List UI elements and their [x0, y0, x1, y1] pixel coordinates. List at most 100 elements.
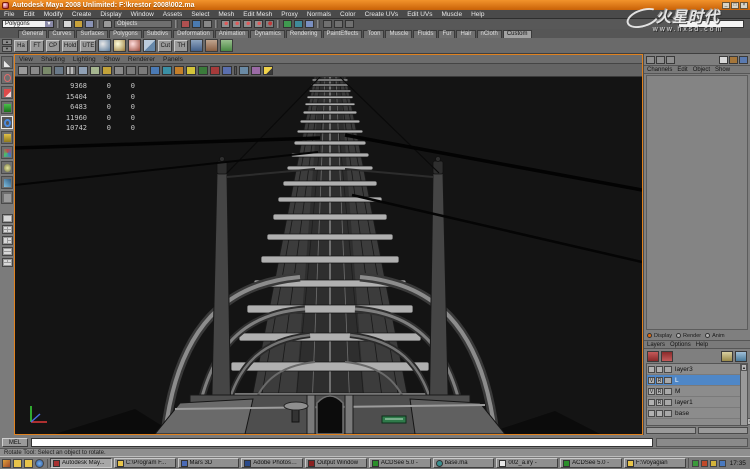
safe-title-icon[interactable] [138, 66, 148, 75]
channels-menu[interactable]: Channels [647, 67, 672, 73]
tray-icon[interactable] [710, 460, 717, 467]
mask-points-icon[interactable] [221, 20, 230, 28]
mel-command-input[interactable] [31, 438, 653, 447]
edit-menu[interactable]: Edit [677, 67, 687, 73]
menu-muscle[interactable]: Muscle [441, 11, 462, 18]
show-tool-settings-icon[interactable] [656, 56, 665, 64]
layer-visibility-toggle[interactable] [648, 399, 655, 406]
shelf-button-ha[interactable]: Ha [14, 40, 28, 52]
move-tool[interactable] [1, 101, 13, 114]
options-menu[interactable]: Options [670, 342, 691, 348]
show-attribute-editor-icon[interactable] [646, 56, 655, 64]
menu-color[interactable]: Color [340, 11, 356, 18]
shelf-tab-toon[interactable]: Toon [363, 30, 384, 38]
status-divider[interactable] [57, 20, 60, 28]
soft-mod-tool[interactable] [1, 161, 13, 174]
taskbar-task-voyagian[interactable]: F:\Voyagian [624, 458, 686, 468]
panel-menu-panels[interactable]: Panels [163, 56, 183, 63]
layer-type-toggle[interactable]: R [656, 399, 663, 406]
wireframe-icon[interactable] [150, 66, 160, 75]
menu-help[interactable]: Help [471, 11, 484, 18]
menu-display[interactable]: Display [100, 11, 121, 18]
shelf-sphere-icon[interactable] [113, 39, 126, 52]
select-hierarchy-icon[interactable] [181, 20, 190, 28]
render-settings-icon[interactable] [345, 20, 354, 28]
shelf-button-ute[interactable]: UTE [80, 40, 96, 52]
menu-file[interactable]: File [4, 11, 14, 18]
camera-attributes-icon[interactable] [18, 66, 28, 75]
snap-grid-icon[interactable] [283, 20, 292, 28]
lightning-icon[interactable] [263, 66, 273, 75]
layer-color-swatch[interactable] [664, 377, 672, 384]
textured-icon[interactable] [174, 66, 184, 75]
shelf-tab-general[interactable]: General [18, 30, 47, 38]
taskbar-task-acdsee-1[interactable]: ACDSee 5.0 - [369, 458, 431, 468]
status-divider[interactable] [317, 20, 320, 28]
new-scene-icon[interactable] [63, 20, 72, 28]
channel-box-empty-area[interactable] [646, 75, 748, 330]
hyperbolic-mode-icon[interactable] [739, 56, 748, 64]
tray-icon[interactable] [701, 460, 708, 467]
snap-curve-icon[interactable] [294, 20, 303, 28]
show-menu[interactable]: Show [715, 67, 730, 73]
shelf-tab-muscle[interactable]: Muscle [385, 30, 412, 38]
status-divider[interactable] [175, 20, 178, 28]
select-tool[interactable] [1, 56, 13, 69]
layer-type-toggle[interactable] [656, 410, 663, 417]
layout-persp-outliner-button[interactable] [2, 236, 13, 245]
internet-explorer-icon[interactable] [35, 459, 44, 468]
close-button[interactable]: × [740, 2, 748, 9]
layer-row-m[interactable]: V R M [647, 386, 740, 397]
show-channel-box-icon[interactable] [666, 56, 675, 64]
manipulator-mode-icon[interactable] [719, 56, 728, 64]
image-plane-icon[interactable] [42, 66, 52, 75]
menu-mesh[interactable]: Mesh [218, 11, 234, 18]
shelf-tool-icon[interactable] [205, 39, 218, 52]
command-result-field[interactable] [656, 438, 748, 447]
bookmark-icon[interactable] [30, 66, 40, 75]
layer-mode-display[interactable]: Display [647, 333, 672, 339]
layer-row-layer3[interactable]: layer3 [647, 364, 740, 375]
status-divider[interactable] [97, 20, 100, 28]
taskbar-task-002a[interactable]: 002_a.iry - [496, 458, 558, 468]
shelf-tab-hair[interactable]: Hair [456, 30, 475, 38]
film-gate-icon[interactable] [78, 66, 88, 75]
shelf-sphere-icon[interactable] [128, 39, 141, 52]
mask-rendering-icon[interactable] [265, 20, 274, 28]
menu-select[interactable]: Select [191, 11, 209, 18]
layer-type-toggle[interactable]: R [656, 377, 663, 384]
lasso-tool[interactable] [1, 71, 13, 84]
mask-dynamics-icon[interactable] [254, 20, 263, 28]
footer-button-right[interactable] [698, 427, 748, 434]
scale-tool[interactable] [1, 131, 13, 144]
quick-launch-app-icon[interactable] [2, 459, 11, 468]
menu-edit[interactable]: Edit [23, 11, 34, 18]
layer-list-scrollbar[interactable]: ▲ ▼ [740, 364, 747, 425]
move-layer-up-icon[interactable] [647, 351, 659, 362]
layer-row-base[interactable]: base [647, 408, 740, 419]
shelf-button-ft[interactable]: FT [30, 40, 44, 52]
universal-manipulator-tool[interactable] [1, 146, 13, 159]
shelf-tool-icon[interactable] [190, 39, 203, 52]
layer-visibility-toggle[interactable]: V [648, 388, 655, 395]
shelf-tab-ncloth[interactable]: nCloth [477, 30, 502, 38]
layer-mode-render[interactable]: Render [676, 333, 701, 339]
multilister-icon[interactable] [251, 66, 261, 75]
save-scene-icon[interactable] [85, 20, 94, 28]
layer-help-menu[interactable]: Help [696, 342, 708, 348]
layer-color-swatch[interactable] [664, 366, 672, 373]
shelf-cube-icon[interactable] [143, 39, 156, 52]
title-bar[interactable]: Autodesk Maya 2008 Unlimited: F:\krestor… [0, 0, 750, 10]
tray-icon[interactable] [719, 460, 726, 467]
shadows-icon[interactable] [198, 66, 208, 75]
shelf-tab-surfaces[interactable]: Surfaces [76, 30, 108, 38]
shelf-tab-painteffects[interactable]: PaintEffects [323, 30, 363, 38]
viewport-canvas[interactable]: 936800 1540400 648300 1196000 1074200 [15, 77, 642, 434]
status-divider[interactable] [215, 20, 218, 28]
taskbar-task-acdsee-2[interactable]: ACDSee 5.0 - [560, 458, 622, 468]
shelf-button-th[interactable]: TH [174, 40, 188, 52]
mask-curves-icon[interactable] [232, 20, 241, 28]
shelf-tab-rendering[interactable]: Rendering [286, 30, 322, 38]
status-divider[interactable] [277, 20, 280, 28]
taskbar-task-output-window[interactable]: Output Window [305, 458, 367, 468]
